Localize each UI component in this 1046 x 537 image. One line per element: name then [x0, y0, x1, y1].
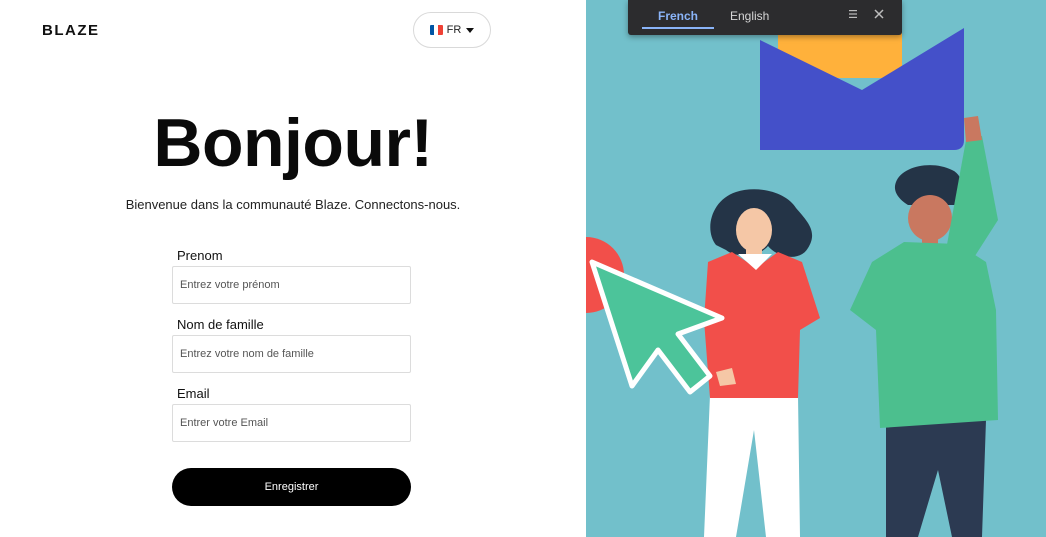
menu-icon[interactable]	[845, 8, 861, 24]
last-name-input[interactable]	[172, 335, 411, 373]
first-name-label: Prenom	[177, 248, 223, 263]
community-illustration	[586, 0, 998, 537]
chevron-down-icon	[466, 27, 475, 33]
man-pants	[886, 420, 986, 537]
signup-page: BLAZE FR Bonjour! Bienvenue dans la comm…	[0, 0, 1046, 537]
close-icon[interactable]	[871, 8, 887, 24]
page-subtitle: Bienvenue dans la communauté Blaze. Conn…	[125, 197, 461, 212]
illustration-panel	[586, 0, 1046, 537]
brand-logo[interactable]: BLAZE	[42, 22, 100, 39]
first-name-input[interactable]	[172, 266, 411, 304]
register-button[interactable]: Enregistrer	[172, 468, 411, 506]
language-selector[interactable]: FR	[413, 12, 491, 48]
language-code: FR	[446, 24, 462, 36]
tab-french[interactable]: French	[658, 0, 698, 30]
email-input[interactable]	[172, 404, 411, 442]
france-flag-icon	[429, 25, 443, 35]
tab-english[interactable]: English	[730, 0, 769, 30]
translate-toolbar: French English	[628, 0, 902, 35]
form-panel: BLAZE FR Bonjour! Bienvenue dans la comm…	[0, 0, 586, 537]
cursor-icon	[589, 259, 725, 395]
woman-pants	[704, 395, 800, 537]
man-sweater	[850, 242, 998, 428]
email-label: Email	[177, 386, 210, 401]
last-name-label: Nom de famille	[177, 317, 264, 332]
page-title: Bonjour!	[153, 105, 433, 181]
man-face	[908, 195, 952, 241]
active-tab-indicator	[642, 27, 714, 29]
